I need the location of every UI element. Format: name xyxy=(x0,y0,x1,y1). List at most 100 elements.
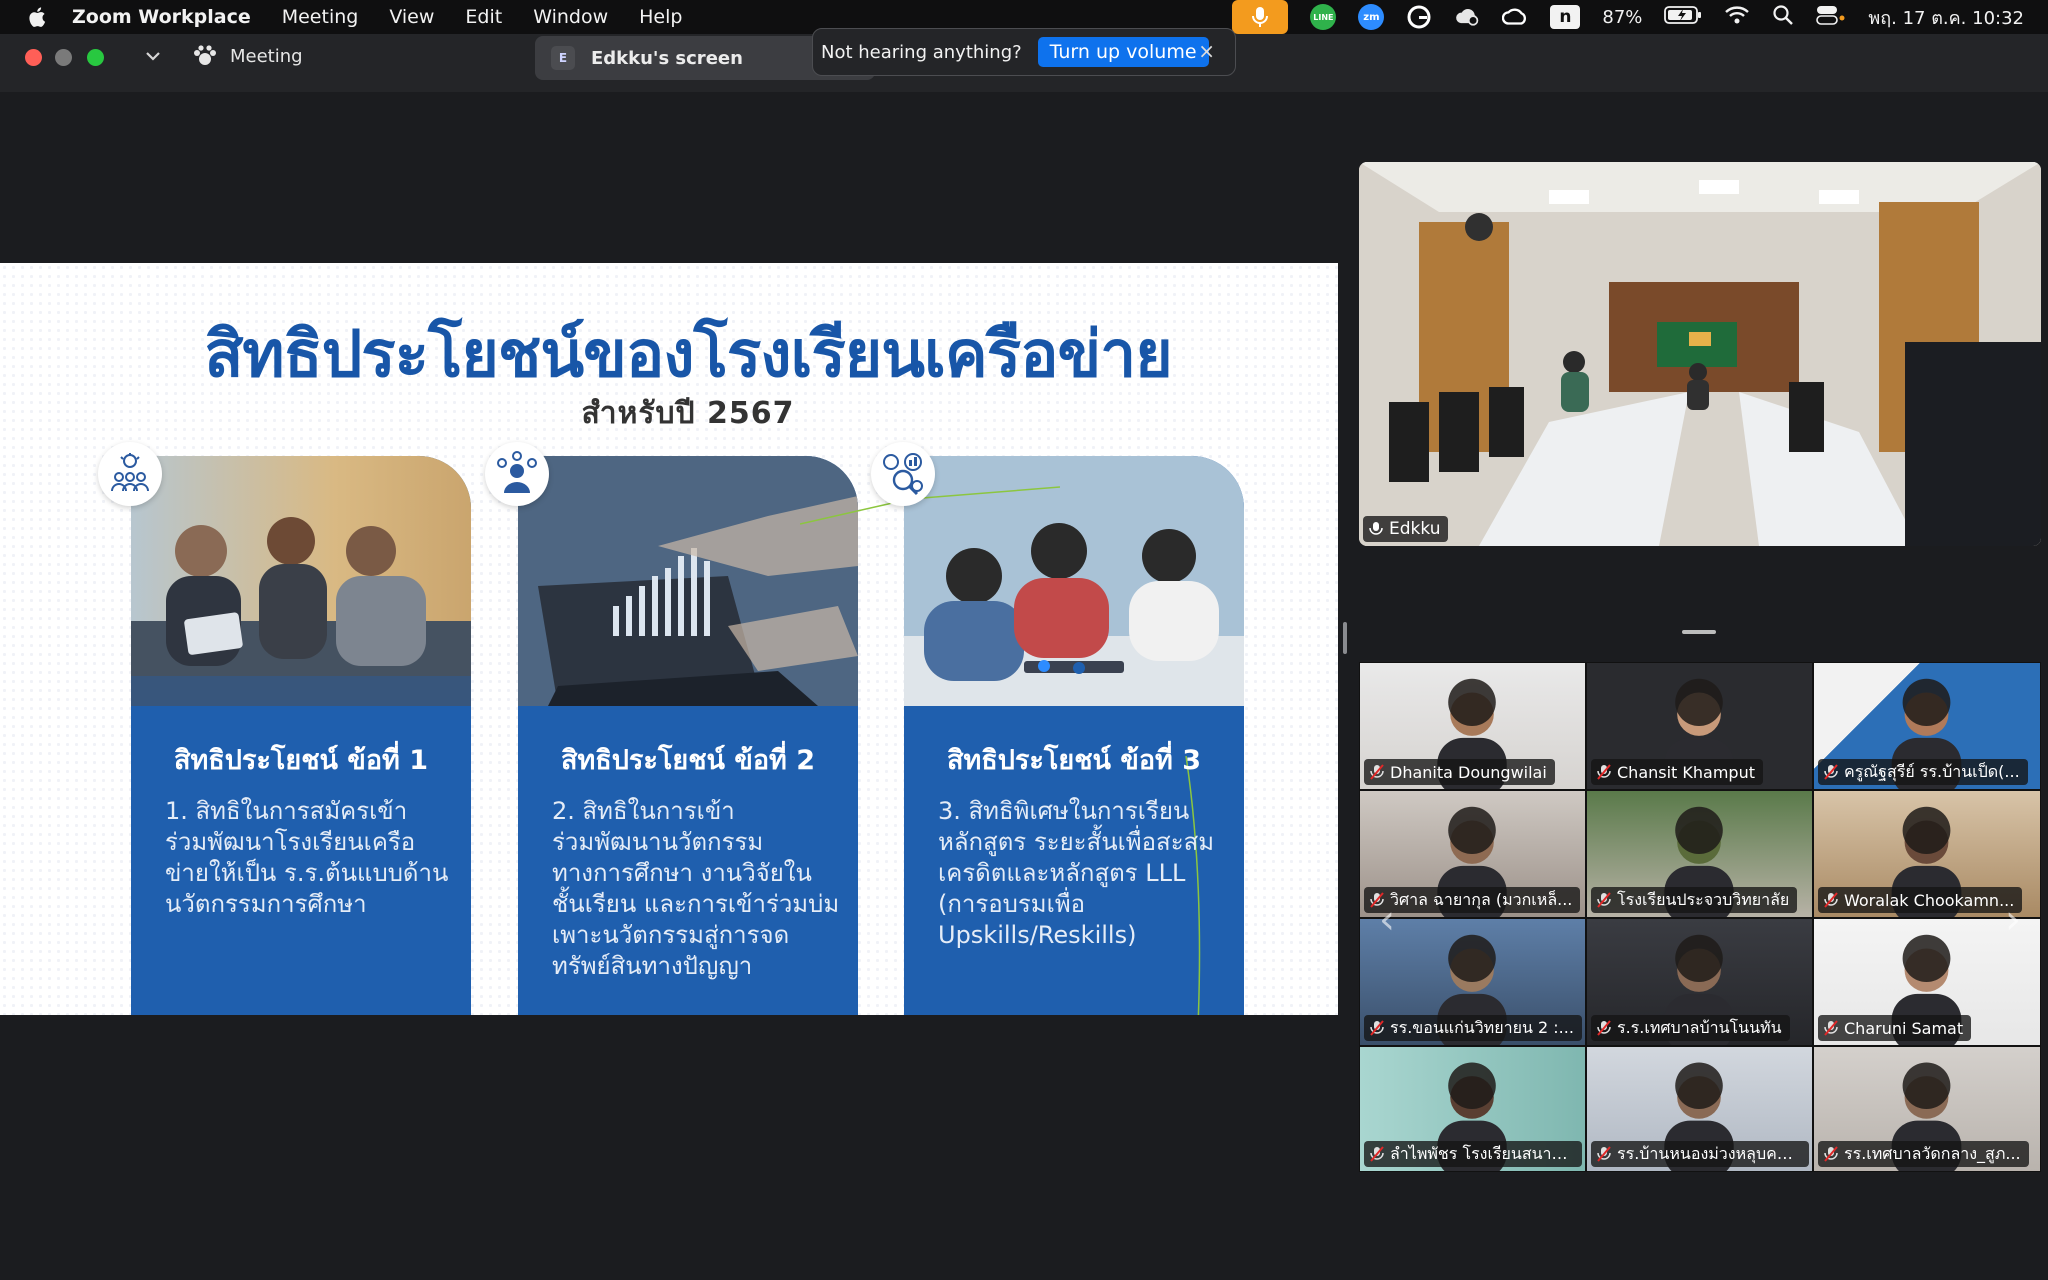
participant-name-tag: ร.ร.เทศบาลบ้านโนนทัน xyxy=(1591,1015,1790,1041)
grammarly-icon[interactable] xyxy=(1406,4,1432,30)
participant-tile[interactable]: ครูณัฐสุรีย์ รร.บ้านเป็ด(... xyxy=(1813,662,2041,790)
audio-hint-toast: Not hearing anything? Turn up volume × xyxy=(812,28,1236,76)
participant-name-tag: รร.บ้านหนองม่วงหลุบคา... xyxy=(1591,1141,1809,1167)
toast-close-icon[interactable]: × xyxy=(1198,39,1215,63)
speaker-name: Edkku xyxy=(1389,519,1441,539)
window-fullscreen-button[interactable] xyxy=(87,49,104,66)
card-photo-friends xyxy=(131,456,471,706)
screen-owner-label: Edkku's screen xyxy=(591,47,743,69)
innovation-person-icon xyxy=(485,442,549,506)
participant-name-tag: Chansit Khamput xyxy=(1591,759,1763,785)
line-app-icon[interactable]: LINE xyxy=(1310,4,1337,30)
menu-bar-tray: LINE zm n 87% พฤ. 17 ต.ค. 10:32 xyxy=(1232,0,2024,34)
participant-name: รร.ขอนแก่นวิทยายน 2 :... xyxy=(1390,1017,1574,1037)
benefit-card-1-heading: สิทธิประโยชน์ ข้อที่ 1 xyxy=(173,745,429,776)
muted-mic-icon xyxy=(1370,1146,1384,1162)
meeting-label[interactable]: Meeting xyxy=(192,44,303,68)
muted-mic-icon xyxy=(1597,1020,1611,1036)
participant-name-tag: Charuni Samat xyxy=(1818,1015,1972,1041)
menu-edit[interactable]: Edit xyxy=(465,6,502,28)
microphone-in-use-icon[interactable] xyxy=(1232,0,1289,34)
muted-mic-icon xyxy=(1370,1020,1384,1036)
benefit-card-3-heading: สิทธิประโยชน์ ข้อที่ 3 xyxy=(946,745,1202,776)
participant-name: รร.บ้านหนองม่วงหลุบคา... xyxy=(1617,1143,1801,1163)
participant-tile[interactable]: รร.บ้านหนองม่วงหลุบคา... xyxy=(1586,1046,1813,1172)
muted-mic-icon xyxy=(1824,892,1838,908)
participant-name-tag: Dhanita Doungwilai xyxy=(1364,759,1555,785)
participant-name-tag: ลำไพพัชร โรงเรียนสนาม... xyxy=(1364,1141,1582,1167)
participant-name: ลำไพพัชร โรงเรียนสนาม... xyxy=(1390,1143,1574,1163)
participant-name: วิศาล ฉายากุล (มวกเหล็... xyxy=(1390,889,1573,909)
participant-name: Dhanita Doungwilai xyxy=(1390,762,1547,782)
participant-name: ครูณัฐสุรีย์ รร.บ้านเป็ด(... xyxy=(1844,761,2020,781)
participant-tile[interactable]: Dhanita Doungwilai xyxy=(1359,662,1586,790)
muted-mic-icon xyxy=(1824,1020,1838,1036)
control-center-icon[interactable] xyxy=(1816,4,1846,31)
participant-name: รร.เทศบาลวัดกลาง_สูภ... xyxy=(1844,1143,2021,1163)
muted-mic-icon xyxy=(1597,764,1611,780)
menu-meeting[interactable]: Meeting xyxy=(282,6,359,28)
benefit-card-3-body: 3. สิทธิพิเศษในการเรียนหลักสูตร ระยะสั้น… xyxy=(938,797,1215,949)
participant-name: Woralak Chookamn... xyxy=(1844,890,2015,910)
benefit-card-1-body: 1. สิทธิในการสมัครเข้าร่วมพัฒนาโรงเรียนเ… xyxy=(165,797,449,918)
participant-tile[interactable]: รร.เทศบาลวัดกลาง_สูภ... xyxy=(1813,1046,2041,1172)
participant-name-tag: โรงเรียนประจวบวิทยาลัย xyxy=(1591,887,1798,913)
window-minimize-button[interactable] xyxy=(55,49,72,66)
benefit-card-2: สิทธิประโยชน์ ข้อที่ 2 2. สิทธิในการเข้า… xyxy=(518,456,858,1015)
menu-view[interactable]: View xyxy=(389,6,434,28)
participant-name: ร.ร.เทศบาลบ้านโนนทัน xyxy=(1617,1017,1782,1037)
participant-name-tag: ครูณัฐสุรีย์ รร.บ้านเป็ด(... xyxy=(1818,759,2028,785)
participant-name-tag: รร.เทศบาลวัดกลาง_สูภ... xyxy=(1818,1141,2029,1167)
muted-mic-icon xyxy=(1824,764,1838,780)
benefit-card-1: สิทธิประโยชน์ ข้อที่ 1 1. สิทธิในการสมัค… xyxy=(131,456,471,1015)
window-close-button[interactable] xyxy=(25,49,42,66)
spotlight-search-icon[interactable] xyxy=(1772,4,1794,31)
active-speaker-video[interactable]: Edkku xyxy=(1359,162,2041,546)
gallery-next-arrow-icon[interactable]: › xyxy=(1998,895,2028,945)
network-people-icon xyxy=(98,442,162,506)
wifi-icon[interactable] xyxy=(1724,5,1750,30)
participant-tile[interactable]: ลำไพพัชร โรงเรียนสนาม... xyxy=(1359,1046,1586,1172)
speaker-audio-icon xyxy=(1369,522,1383,535)
participant-name: โรงเรียนประจวบวิทยาลัย xyxy=(1617,889,1790,909)
menu-help[interactable]: Help xyxy=(639,6,682,28)
app-menu-zoom-workplace[interactable]: Zoom Workplace xyxy=(72,6,251,28)
chevron-down-icon[interactable] xyxy=(143,46,163,66)
battery-percentage: 87% xyxy=(1602,6,1643,28)
benefit-card-2-heading: สิทธิประโยชน์ ข้อที่ 2 xyxy=(560,745,816,776)
muted-mic-icon xyxy=(1824,1146,1838,1162)
participant-tile[interactable]: Chansit Khamput xyxy=(1586,662,1813,790)
toast-message: Not hearing anything? xyxy=(821,41,1022,63)
benefit-card-2-body: 2. สิทธิในการเข้าร่วมพัฒนานวัตกรรมทางการ… xyxy=(552,797,840,980)
gallery-prev-arrow-icon[interactable]: ‹ xyxy=(1372,895,1402,945)
meeting-room-scene xyxy=(1359,162,2041,546)
meeting-label-text: Meeting xyxy=(230,45,303,67)
muted-mic-icon xyxy=(1597,1146,1611,1162)
shared-screen-slide: สิทธิประโยชน์ของโรงเรียนเครือข่าย สำหรับ… xyxy=(0,263,1338,1015)
research-analytics-icon xyxy=(871,442,935,506)
participant-tile[interactable]: โรงเรียนประจวบวิทยาลัย xyxy=(1586,790,1813,918)
muted-mic-icon xyxy=(1370,764,1384,780)
benefit-card-3: สิทธิประโยชน์ ข้อที่ 3 3. สิทธิพิเศษในกา… xyxy=(904,456,1244,1015)
menu-bar-clock[interactable]: พฤ. 17 ต.ค. 10:32 xyxy=(1868,3,2024,32)
cloud-sync-icon[interactable] xyxy=(1454,4,1480,30)
zoom-tray-icon[interactable]: zm xyxy=(1358,4,1385,30)
participants-paw-icon xyxy=(194,45,216,65)
panel-resize-handle[interactable] xyxy=(1343,622,1347,654)
screen-owner-avatar: E xyxy=(551,46,575,70)
participant-gallery: Dhanita Doungwilai Chansit Khamput ครูณัฐส… xyxy=(1359,662,2041,1172)
apple-icon[interactable] xyxy=(26,5,50,29)
speaker-name-tag: Edkku xyxy=(1363,516,1449,542)
gallery-resize-handle[interactable] xyxy=(1682,630,1716,634)
creative-cloud-icon[interactable] xyxy=(1502,4,1528,30)
participant-name: Charuni Samat xyxy=(1844,1018,1964,1038)
slide-subtitle: สำหรับปี 2567 xyxy=(581,396,795,431)
muted-mic-icon xyxy=(1597,892,1611,908)
menu-window[interactable]: Window xyxy=(533,6,608,28)
participant-name-tag: รร.ขอนแก่นวิทยายน 2 :... xyxy=(1364,1015,1582,1041)
participant-name-tag: Woralak Chookamn... xyxy=(1818,887,2023,913)
notion-icon[interactable]: n xyxy=(1550,5,1581,29)
participant-tile[interactable]: ร.ร.เทศบาลบ้านโนนทัน xyxy=(1586,918,1813,1046)
turn-up-volume-button[interactable]: Turn up volume xyxy=(1037,37,1209,67)
battery-charging-icon[interactable] xyxy=(1664,5,1702,29)
